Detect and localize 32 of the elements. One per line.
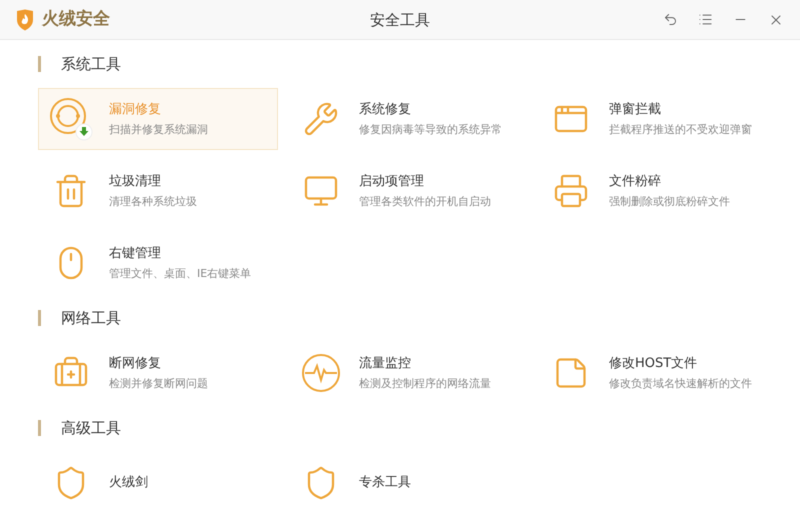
tool-description: 检测并修复断网问题 [109,376,208,392]
tool-description: 检测及控制程序的网络流量 [359,376,491,392]
back-icon[interactable] [663,12,678,27]
tool-title: 垃圾清理 [109,172,162,190]
tool-description: 修复因病毒等导致的系统异常 [359,122,502,138]
tool-title: 断网修复 [109,354,162,372]
flame-shield-icon [16,8,34,30]
tool-description: 强制删除或彻底粉碎文件 [609,194,730,210]
tool-title: 右键管理 [109,244,162,262]
window-title: 安全工具 [370,10,430,28]
tool-title: 修改HOST文件 [609,354,698,372]
tool-description: 扫描并修复系统漏洞 [109,122,208,138]
app-name: 火绒安全 [42,8,110,31]
tool-title: 启动项管理 [359,172,425,190]
tool-description: 管理各类软件的开机自启动 [359,194,491,210]
tool-title: 系统修复 [359,100,412,118]
tool-title: 漏洞修复 [109,100,162,118]
circular-arrows-icon [49,97,93,141]
tool-description: 拦截程序推送的不受欢迎弹窗 [609,122,752,138]
tool-description: 修改负责域名快速解析的文件 [609,376,752,392]
tool-description: 清理各种系统垃圾 [109,194,197,210]
tool-title: 文件粉碎 [609,172,662,190]
section-title: 高级工具 [61,418,121,439]
wrench-icon [303,101,339,137]
tool-title: 弹窗拦截 [609,100,662,118]
tool-title: 专杀工具 [359,474,411,492]
tool-title: 火绒剑 [109,474,148,492]
tool-title: 流量监控 [359,354,412,372]
section-title: 网络工具 [61,308,121,329]
tool-description: 管理文件、桌面、IE右键菜单 [109,266,252,282]
pulse-circle-icon [301,353,341,393]
section-title: 系统工具 [61,54,121,75]
